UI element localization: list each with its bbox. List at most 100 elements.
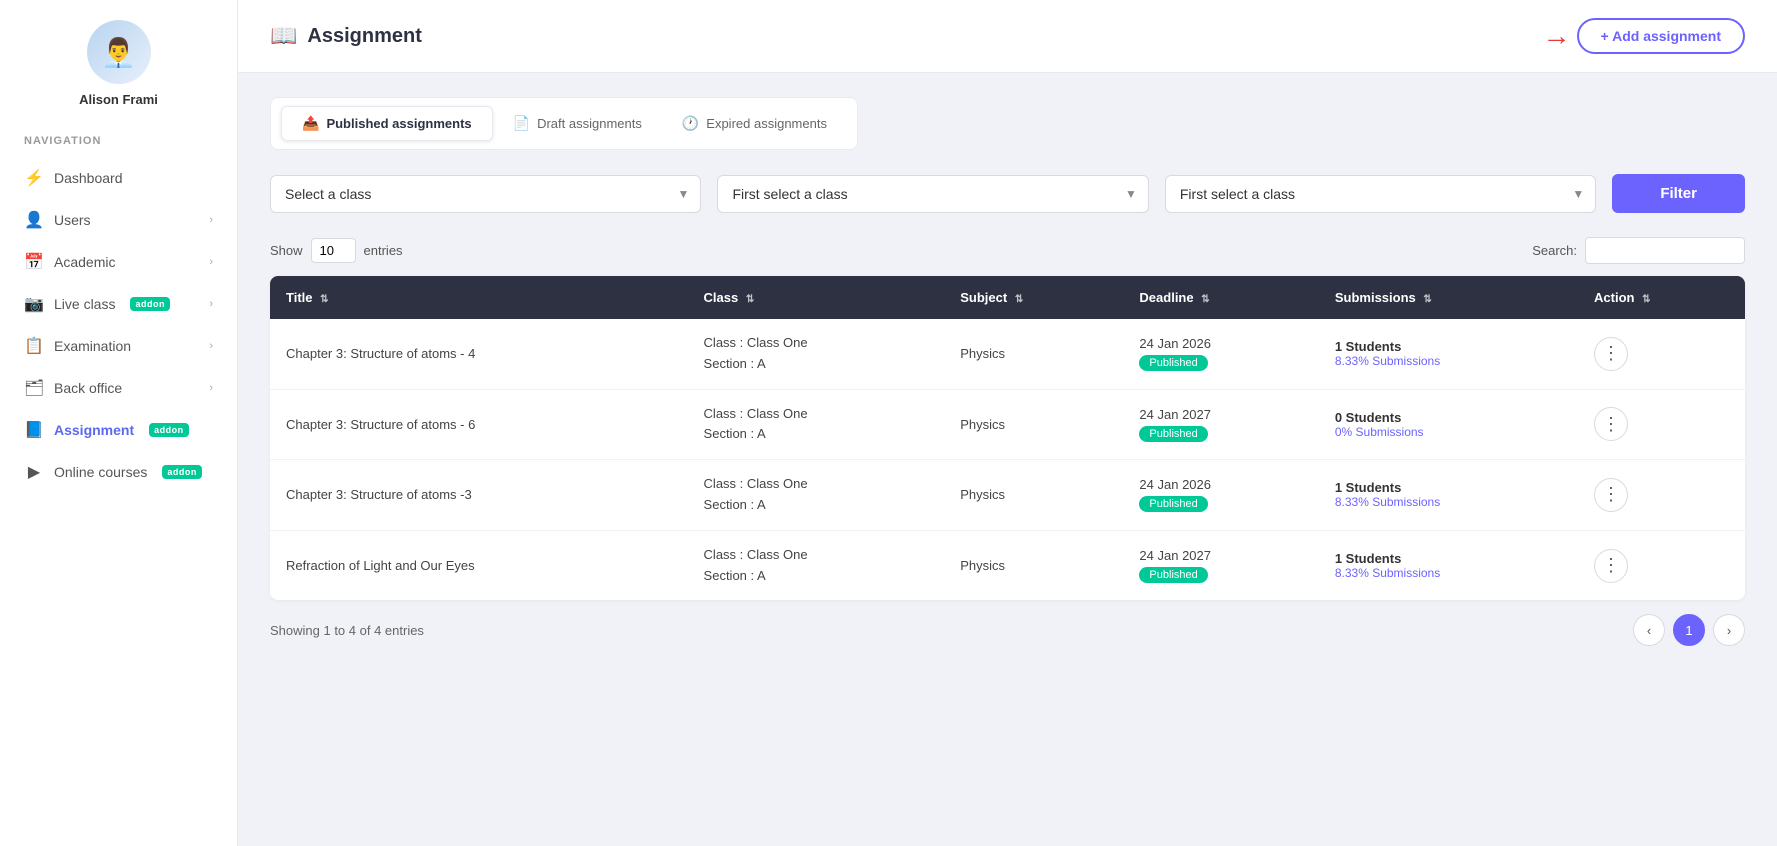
tab-expired-assignments[interactable]: 🕐 Expired assignments	[662, 106, 847, 141]
cell-subject-3: Physics	[944, 530, 1123, 600]
sidebar-item-label: Assignment	[54, 422, 134, 438]
sidebar-item-academic[interactable]: 📅 Academic ›	[0, 241, 237, 283]
col-header-subject: Subject ⇅	[944, 276, 1123, 319]
class-select-wrapper: Select a class ▼	[270, 175, 701, 213]
published-tab-icon: 📤	[302, 115, 319, 132]
sidebar-item-online-courses[interactable]: ▶ Online courses addon	[0, 451, 237, 493]
sidebar-item-assignment[interactable]: 📘 Assignment addon	[0, 409, 237, 451]
show-label: Show	[270, 243, 303, 258]
sort-icon-action: ⇅	[1642, 294, 1650, 305]
cell-deadline-0: 24 Jan 2026 Published	[1123, 319, 1318, 389]
content-area: 📤 Published assignments 📄 Draft assignme…	[238, 73, 1777, 846]
nav-label: NAVIGATION	[0, 135, 101, 147]
action-menu-button-3[interactable]: ⋮	[1594, 549, 1628, 583]
sidebar-item-label: Online courses	[54, 464, 147, 480]
cell-submissions-2: 1 Students 8.33% Submissions	[1319, 460, 1578, 531]
draft-tab-label: Draft assignments	[537, 116, 642, 131]
cell-class-0: Class : Class One Section : A	[688, 319, 945, 389]
section-select[interactable]: First select a class	[1165, 175, 1596, 213]
nav-items: ⚡ Dashboard 👤 Users › 📅 Academic › 📷 Liv…	[0, 157, 237, 493]
published-badge-2: Published	[1139, 496, 1207, 512]
cell-class-1: Class : Class One Section : A	[688, 389, 945, 460]
page-header: 📖 Assignment → + Add assignment	[238, 0, 1777, 73]
online-courses-addon-badge: addon	[162, 465, 202, 479]
showing-entries-text: Showing 1 to 4 of 4 entries	[270, 623, 424, 638]
action-menu-button-2[interactable]: ⋮	[1594, 478, 1628, 512]
chevron-right-icon: ›	[209, 256, 213, 268]
published-tab-label: Published assignments	[326, 116, 471, 131]
published-badge-1: Published	[1139, 426, 1207, 442]
pagination-prev-button[interactable]: ‹	[1633, 614, 1665, 646]
col-header-action: Action ⇅	[1578, 276, 1745, 319]
tab-published-assignments[interactable]: 📤 Published assignments	[281, 106, 493, 141]
entries-count-select[interactable]: 10 25 50	[311, 238, 356, 263]
show-entries-control: Show 10 25 50 entries	[270, 238, 403, 263]
table-row: Chapter 3: Structure of atoms - 4 Class …	[270, 319, 1745, 389]
filters-row: Select a class ▼ First select a class ▼ …	[270, 174, 1745, 213]
sidebar-item-back-office[interactable]: 🗂 Back office ›	[0, 367, 237, 409]
page-title: Assignment	[307, 25, 421, 48]
sort-icon-title: ⇅	[320, 294, 328, 305]
subject-select-wrapper: First select a class ▼	[717, 175, 1148, 213]
expired-tab-icon: 🕐	[682, 115, 699, 132]
cell-title-0: Chapter 3: Structure of atoms - 4	[270, 319, 688, 389]
entries-label: entries	[364, 243, 403, 258]
tab-draft-assignments[interactable]: 📄 Draft assignments	[493, 106, 662, 141]
cell-deadline-3: 24 Jan 2027 Published	[1123, 530, 1318, 600]
action-menu-button-0[interactable]: ⋮	[1594, 337, 1628, 371]
sidebar-item-label: Live class	[54, 296, 115, 312]
add-assignment-button[interactable]: + Add assignment	[1577, 18, 1745, 54]
assignments-table: Title ⇅ Class ⇅ Subject ⇅ Deadline ⇅	[270, 276, 1745, 600]
class-select[interactable]: Select a class	[270, 175, 701, 213]
col-header-deadline: Deadline ⇅	[1123, 276, 1318, 319]
sidebar-item-examination[interactable]: 📋 Examination ›	[0, 325, 237, 367]
pagination-next-button[interactable]: ›	[1713, 614, 1745, 646]
sidebar-item-dashboard[interactable]: ⚡ Dashboard	[0, 157, 237, 199]
examination-icon: 📋	[24, 336, 44, 356]
cell-action-2: ⋮	[1578, 460, 1745, 531]
red-arrow-icon: →	[1543, 20, 1571, 52]
online-courses-icon: ▶	[24, 462, 44, 482]
published-badge-3: Published	[1139, 567, 1207, 583]
arrow-indicator: → + Add assignment	[1543, 18, 1745, 54]
subject-select[interactable]: First select a class	[717, 175, 1148, 213]
col-header-submissions: Submissions ⇅	[1319, 276, 1578, 319]
live-class-icon: 📷	[24, 294, 44, 314]
table-body: Chapter 3: Structure of atoms - 4 Class …	[270, 319, 1745, 600]
avatar: 👨‍💼	[87, 20, 151, 84]
page-title-area: 📖 Assignment	[270, 23, 422, 49]
sort-icon-submissions: ⇅	[1423, 294, 1431, 305]
table-row: Chapter 3: Structure of atoms - 6 Class …	[270, 389, 1745, 460]
cell-class-3: Class : Class One Section : A	[688, 530, 945, 600]
filter-button[interactable]: Filter	[1612, 174, 1745, 213]
cell-title-2: Chapter 3: Structure of atoms -3	[270, 460, 688, 531]
search-input[interactable]	[1585, 237, 1745, 264]
cell-action-3: ⋮	[1578, 530, 1745, 600]
users-icon: 👤	[24, 210, 44, 230]
sidebar-item-label: Back office	[54, 380, 122, 396]
pagination: ‹ 1 ›	[1633, 614, 1745, 646]
col-header-class: Class ⇅	[688, 276, 945, 319]
cell-action-1: ⋮	[1578, 389, 1745, 460]
table-row: Chapter 3: Structure of atoms -3 Class :…	[270, 460, 1745, 531]
cell-submissions-1: 0 Students 0% Submissions	[1319, 389, 1578, 460]
sort-icon-class: ⇅	[746, 294, 754, 305]
sidebar-item-users[interactable]: 👤 Users ›	[0, 199, 237, 241]
sort-icon-deadline: ⇅	[1201, 294, 1209, 305]
chevron-right-icon: ›	[209, 298, 213, 310]
cell-action-0: ⋮	[1578, 319, 1745, 389]
sidebar-item-live-class[interactable]: 📷 Live class addon ›	[0, 283, 237, 325]
cell-title-1: Chapter 3: Structure of atoms - 6	[270, 389, 688, 460]
sidebar-item-label: Academic	[54, 254, 115, 270]
back-office-icon: 🗂	[24, 378, 44, 398]
cell-subject-2: Physics	[944, 460, 1123, 531]
action-menu-button-1[interactable]: ⋮	[1594, 407, 1628, 441]
assignment-icon: 📘	[24, 420, 44, 440]
pagination-page-1-button[interactable]: 1	[1673, 614, 1705, 646]
academic-icon: 📅	[24, 252, 44, 272]
main-content: 📖 Assignment → + Add assignment 📤 Publis…	[238, 0, 1777, 846]
search-label: Search:	[1532, 243, 1577, 258]
chevron-right-icon: ›	[209, 382, 213, 394]
live-class-addon-badge: addon	[130, 297, 170, 311]
table-footer: Showing 1 to 4 of 4 entries ‹ 1 ›	[270, 600, 1745, 650]
